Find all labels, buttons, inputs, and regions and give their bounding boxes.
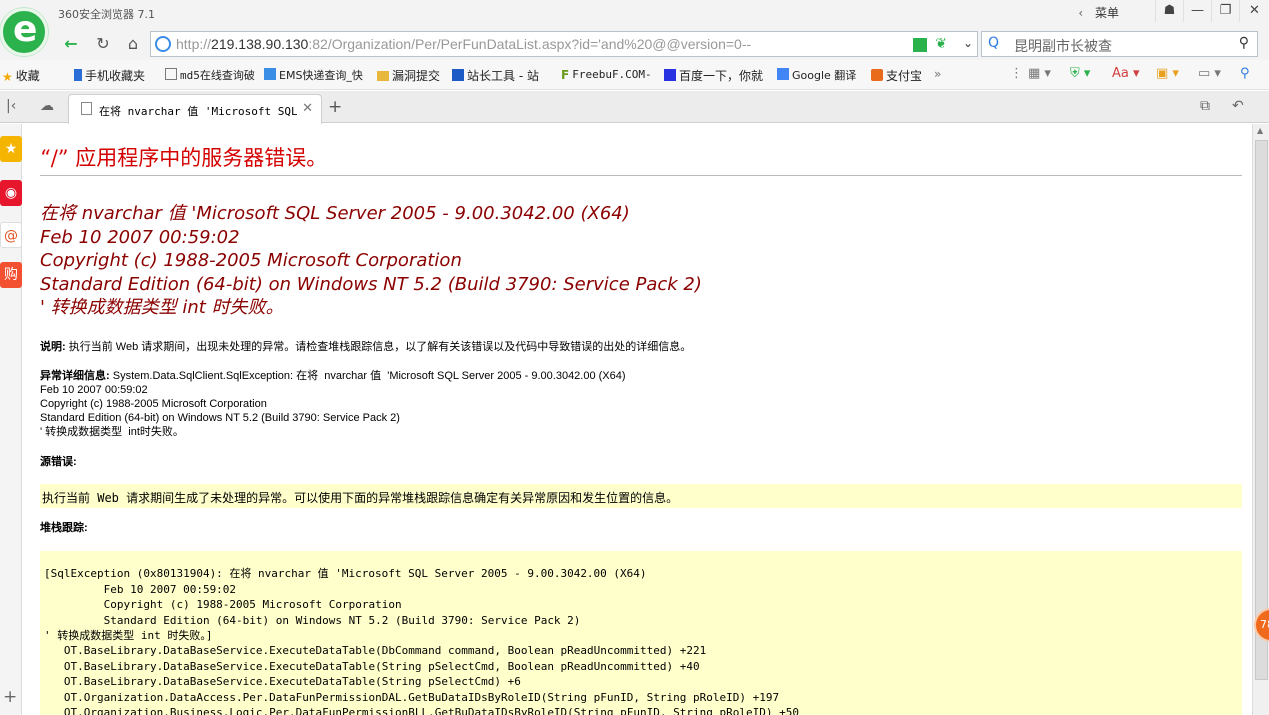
- site-info-icon[interactable]: [155, 36, 171, 52]
- address-bar[interactable]: http://219.138.90.130:82/Organization/Pe…: [150, 31, 978, 57]
- search-engine-icon[interactable]: Q: [988, 35, 999, 51]
- add-sidebar-icon[interactable]: +: [3, 687, 17, 707]
- menu-button[interactable]: ‹ 菜单: [1078, 4, 1119, 21]
- restore-tabs-icon[interactable]: ⧉: [1200, 98, 1210, 114]
- home-button[interactable]: ⌂: [120, 32, 146, 56]
- apps-icon[interactable]: ▦ ▾: [1028, 66, 1051, 81]
- bookmark-item[interactable]: 手机收藏夹: [74, 67, 145, 84]
- app-title: 360安全浏览器 7.1: [58, 8, 155, 21]
- page-icon: [165, 68, 177, 80]
- folder-icon: [377, 71, 389, 81]
- bookmarks-bar: ★ 收藏 手机收藏夹 md5在线查询破 EMS快递查询_快 漏洞提交 站长工具 -…: [0, 60, 1269, 90]
- bookmark-favorites[interactable]: ★ 收藏: [2, 67, 40, 84]
- bookmark-item[interactable]: Google 翻译: [777, 67, 856, 83]
- search-input[interactable]: 昆明副市长被查: [1014, 36, 1112, 56]
- drag-handle-icon: ⋮: [1010, 66, 1023, 81]
- email-icon[interactable]: @: [0, 222, 22, 248]
- shopping-icon[interactable]: 购: [0, 262, 22, 288]
- search-box[interactable]: Q 昆明副市长被查 ⚲: [981, 31, 1258, 57]
- chart-icon: [452, 69, 464, 81]
- favorites-star-icon[interactable]: ★: [0, 136, 22, 162]
- close-button[interactable]: ✕: [1239, 0, 1269, 22]
- minimize-button[interactable]: —: [1183, 0, 1211, 22]
- speed-mode-icon[interactable]: ❦: [935, 36, 947, 52]
- chevron-down-icon[interactable]: ⌄: [963, 36, 973, 50]
- refresh-button[interactable]: ↻: [90, 32, 116, 56]
- tab-title: 在将 nvarchar 值 'Microsoft SQL Server 2005…: [99, 105, 297, 118]
- bookmark-item[interactable]: F FreebuF.COM-: [561, 67, 652, 82]
- qr-code-icon[interactable]: [913, 38, 927, 52]
- tab-bar: |‹ ☁ 在将 nvarchar 值 'Microsoft SQL Server…: [0, 91, 1269, 124]
- source-error-box: 执行当前 Web 请求期间生成了未处理的异常。可以使用下面的异常堆栈跟踪信息确定…: [40, 484, 1242, 508]
- navigation-bar: ← ↻ ⌂ http://219.138.90.130:82/Organizat…: [0, 28, 1269, 60]
- back-button[interactable]: ←: [58, 32, 84, 56]
- adblock-icon[interactable]: Aa ▾: [1112, 66, 1140, 81]
- bookmark-item[interactable]: 支付宝: [871, 67, 922, 84]
- divider: [40, 175, 1242, 176]
- stack-trace-box: [SqlException (0x80131904): 在将 nvarchar …: [40, 551, 1242, 715]
- bookmark-item[interactable]: 百度一下，你就: [664, 67, 763, 84]
- weibo-icon[interactable]: ◉: [0, 180, 22, 206]
- google-translate-icon: [777, 68, 789, 80]
- source-error-label: 源错误:: [40, 456, 77, 468]
- tools-icon[interactable]: ▣ ▾: [1156, 66, 1179, 81]
- undo-close-icon[interactable]: ↶: [1232, 98, 1244, 114]
- skin-icon[interactable]: ☗: [1155, 0, 1183, 22]
- bookmark-item[interactable]: md5在线查询破: [165, 67, 255, 83]
- page-content: “/” 应用程序中的服务器错误。 在将 nvarchar 值 'Microsof…: [22, 124, 1252, 715]
- browser-logo-icon[interactable]: [0, 8, 48, 56]
- screenshot-icon[interactable]: ▭ ▾: [1198, 66, 1221, 81]
- exception-details: 异常详细信息: System.Data.SqlClient.SqlExcepti…: [40, 370, 626, 438]
- bookmark-item[interactable]: 漏洞提交: [377, 67, 440, 84]
- scrollbar-thumb[interactable]: [1255, 140, 1268, 680]
- error-title: 在将 nvarchar 值 'Microsoft SQL Server 2005…: [40, 203, 702, 318]
- freebuf-icon: F: [561, 68, 570, 82]
- stack-trace-label: 堆栈跟踪:: [40, 522, 88, 534]
- page-icon: [81, 102, 92, 115]
- phone-icon: [74, 69, 82, 81]
- new-tab-button[interactable]: +: [328, 97, 342, 117]
- sidebar-toggle-icon[interactable]: |‹: [6, 98, 16, 114]
- collapse-arrow-icon[interactable]: ‹: [1078, 6, 1083, 20]
- tab-active[interactable]: 在将 nvarchar 值 'Microsoft SQL Server 2005…: [68, 94, 322, 124]
- more-bookmarks-icon[interactable]: »: [934, 67, 941, 81]
- close-tab-icon[interactable]: ✕: [302, 101, 313, 116]
- left-sidebar: ★ ◉ @ 购: [0, 124, 22, 715]
- alipay-icon: [871, 69, 883, 81]
- security-shield-icon[interactable]: ⛨ ▾: [1070, 66, 1090, 81]
- bookmark-item[interactable]: EMS快递查询_快: [264, 67, 363, 83]
- description: 说明: 执行当前 Web 请求期间，出现未处理的异常。请检查堆栈跟踪信息，以了解…: [40, 341, 692, 353]
- ems-icon: [264, 68, 276, 80]
- zoom-icon[interactable]: ⚲: [1240, 66, 1250, 81]
- star-icon: ★: [2, 70, 13, 84]
- menu-label: 菜单: [1094, 6, 1119, 20]
- bookmark-item[interactable]: 站长工具 - 站: [452, 67, 539, 84]
- url-text[interactable]: http://219.138.90.130:82/Organization/Pe…: [176, 36, 751, 52]
- baidu-icon: [664, 69, 676, 81]
- scroll-up-icon[interactable]: ▲: [1257, 126, 1263, 135]
- cloud-tabs-icon[interactable]: ☁: [40, 98, 54, 114]
- page-title: “/” 应用程序中的服务器错误。: [40, 146, 328, 170]
- search-icon[interactable]: ⚲: [1239, 35, 1249, 51]
- title-bar: 360安全浏览器 7.1 ‹ 菜单 ☗ — ❐ ✕: [0, 0, 1269, 28]
- maximize-button[interactable]: ❐: [1211, 0, 1239, 22]
